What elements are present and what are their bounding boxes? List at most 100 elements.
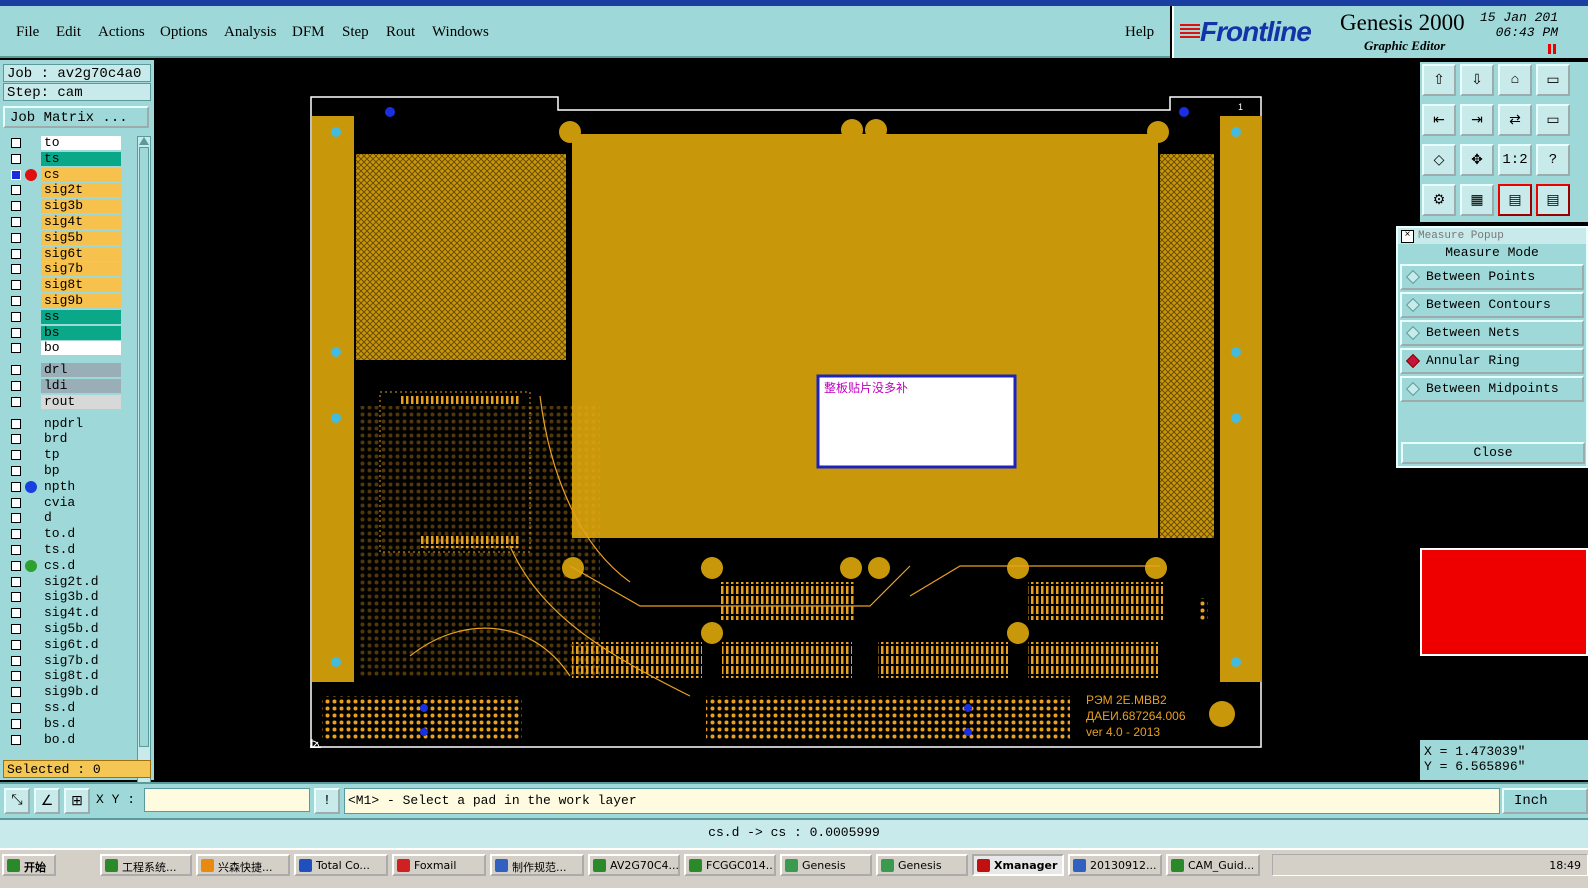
layer-row-ldi[interactable]: ldi bbox=[3, 379, 135, 394]
layer-checkbox[interactable] bbox=[11, 718, 21, 729]
layer-row-ts-d[interactable]: ts.d bbox=[3, 543, 135, 558]
option-between-midpoints[interactable]: Between Midpoints bbox=[1400, 376, 1584, 402]
measure-angle-icon[interactable]: ∠ bbox=[34, 788, 60, 814]
xy-input[interactable] bbox=[144, 788, 310, 812]
shift-right-icon[interactable]: ⇥ bbox=[1460, 104, 1494, 136]
layer-checkbox[interactable] bbox=[11, 687, 21, 698]
mini-overview[interactable] bbox=[1420, 548, 1588, 656]
layer-row-to[interactable]: to bbox=[3, 136, 135, 151]
menu-options[interactable]: Options bbox=[160, 24, 208, 41]
layer-checkbox[interactable] bbox=[11, 624, 21, 634]
layer-row-ss[interactable]: ss bbox=[3, 309, 135, 325]
layer-checkbox[interactable] bbox=[11, 576, 21, 587]
layer-checkbox[interactable] bbox=[11, 639, 21, 650]
menu-windows[interactable]: Windows bbox=[432, 24, 489, 41]
layer-row-sig7b-d[interactable]: sig7b.d bbox=[3, 653, 135, 669]
save-down-icon[interactable]: ⇩ bbox=[1460, 64, 1494, 96]
task-item[interactable]: CAM_Guid... bbox=[1166, 854, 1260, 876]
layer-checkbox[interactable] bbox=[11, 201, 21, 212]
task-item[interactable]: Foxmail bbox=[392, 854, 486, 876]
layer-checkbox[interactable] bbox=[11, 217, 21, 227]
layer-row-ts[interactable]: ts bbox=[3, 151, 135, 167]
layer-checkbox[interactable] bbox=[11, 497, 21, 508]
task-item[interactable]: Total Co... bbox=[294, 854, 388, 876]
layer-checkbox[interactable] bbox=[11, 248, 21, 259]
layer-checkbox[interactable] bbox=[11, 655, 21, 666]
help-query-icon[interactable]: ? bbox=[1536, 144, 1570, 176]
ratio-1-2-icon[interactable]: 1:2 bbox=[1498, 144, 1532, 176]
layer-checkbox[interactable] bbox=[11, 529, 21, 540]
layer-checkbox[interactable] bbox=[11, 232, 21, 243]
layer-row-ss-d[interactable]: ss.d bbox=[3, 701, 135, 716]
home-icon[interactable]: ⌂ bbox=[1498, 64, 1532, 96]
layer-list-scrollbar[interactable] bbox=[137, 136, 151, 818]
layer-checkbox[interactable] bbox=[11, 545, 21, 555]
scroll-up-icon[interactable] bbox=[139, 137, 149, 145]
layer-checkbox[interactable] bbox=[11, 185, 21, 196]
close-button[interactable]: Close bbox=[1401, 442, 1585, 464]
job-matrix-button[interactable]: Job Matrix ... bbox=[3, 106, 149, 128]
snap-grid-icon[interactable]: ▦ bbox=[1460, 184, 1494, 216]
layer-row-cvia[interactable]: cvia bbox=[3, 495, 135, 511]
layer-row-sig3b[interactable]: sig3b bbox=[3, 199, 135, 214]
option-between-points[interactable]: Between Points bbox=[1400, 264, 1584, 290]
pcb-board-view[interactable]: РЭМ 2Е.МВВ2 ДАЕИ.687264.006 ver 4.0 - 20… bbox=[310, 96, 1262, 748]
layer-checkbox[interactable] bbox=[11, 381, 21, 391]
layer-checkbox[interactable] bbox=[11, 343, 21, 354]
task-item-active[interactable]: Xmanager bbox=[972, 854, 1064, 876]
layer-checkbox[interactable] bbox=[11, 365, 21, 376]
layer-checkbox[interactable] bbox=[11, 592, 21, 603]
layer-row-sig2t[interactable]: sig2t bbox=[3, 183, 135, 198]
layer-row-sig4t[interactable]: sig4t bbox=[3, 215, 135, 230]
layer-checkbox[interactable] bbox=[11, 703, 21, 713]
layer-checkbox[interactable] bbox=[11, 466, 21, 476]
menu-rout[interactable]: Rout bbox=[386, 24, 415, 41]
menu-dfm[interactable]: DFM bbox=[292, 24, 325, 41]
layer-row-sig5b[interactable]: sig5b bbox=[3, 230, 135, 246]
layer-checkbox[interactable] bbox=[11, 434, 21, 445]
layer-row-sig9b[interactable]: sig9b bbox=[3, 294, 135, 309]
task-item[interactable]: 工程系统... bbox=[100, 854, 192, 876]
layer-row-sig8t-d[interactable]: sig8t.d bbox=[3, 669, 135, 684]
layer-row-drl[interactable]: drl bbox=[3, 363, 135, 378]
task-item[interactable]: Genesis bbox=[876, 854, 968, 876]
layer-row-bs[interactable]: bs bbox=[3, 325, 135, 341]
layer-row-sig5b-d[interactable]: sig5b.d bbox=[3, 622, 135, 637]
layer-checkbox[interactable] bbox=[11, 396, 21, 407]
layer-row-bs-d[interactable]: bs.d bbox=[3, 716, 135, 732]
layer-checkbox[interactable] bbox=[11, 296, 21, 306]
snap-mode-icon[interactable]: ⤡ bbox=[4, 788, 30, 814]
layer-row-d[interactable]: d bbox=[3, 511, 135, 526]
layer-row-sig2t-d[interactable]: sig2t.d bbox=[3, 574, 135, 590]
close-icon[interactable]: × bbox=[1401, 230, 1414, 243]
task-item[interactable]: AV2G70C4... bbox=[588, 854, 680, 876]
menu-analysis[interactable]: Analysis bbox=[224, 24, 277, 41]
layer-checkbox[interactable] bbox=[11, 513, 21, 524]
task-item[interactable]: Genesis bbox=[780, 854, 872, 876]
option-between-contours[interactable]: Between Contours bbox=[1400, 292, 1584, 318]
layer-row-rout[interactable]: rout bbox=[3, 394, 135, 410]
pan-icon[interactable]: ✥ bbox=[1460, 144, 1494, 176]
unit-selector[interactable]: Inch bbox=[1502, 788, 1588, 814]
task-item[interactable]: 兴森快捷... bbox=[196, 854, 290, 876]
layer-row-sig6t-d[interactable]: sig6t.d bbox=[3, 637, 135, 653]
layer-row-sig8t[interactable]: sig8t bbox=[3, 278, 135, 293]
open-up-icon[interactable]: ⇧ bbox=[1422, 64, 1456, 96]
layer-checkbox[interactable] bbox=[11, 153, 21, 164]
layer-checkbox[interactable] bbox=[11, 311, 21, 322]
layer-row-bo-d[interactable]: bo.d bbox=[3, 732, 135, 748]
task-item[interactable]: FCGGC014... bbox=[684, 854, 776, 876]
layer-row-brd[interactable]: brd bbox=[3, 432, 135, 447]
menu-help[interactable]: Help bbox=[1125, 24, 1154, 41]
layer-checkbox[interactable] bbox=[11, 280, 21, 291]
layer-row-sig4t-d[interactable]: sig4t.d bbox=[3, 606, 135, 621]
layer-checkbox[interactable] bbox=[11, 169, 21, 180]
layer-row-sig3b-d[interactable]: sig3b.d bbox=[3, 590, 135, 605]
fit-icon[interactable]: ◇ bbox=[1422, 144, 1456, 176]
layer-checkbox[interactable] bbox=[11, 560, 21, 571]
layer-row-sig7b[interactable]: sig7b bbox=[3, 262, 135, 277]
layer-row-sig9b-d[interactable]: sig9b.d bbox=[3, 685, 135, 700]
option-between-nets[interactable]: Between Nets bbox=[1400, 320, 1584, 346]
layer-checkbox[interactable] bbox=[11, 327, 21, 338]
warning-icon[interactable]: ! bbox=[314, 788, 340, 814]
